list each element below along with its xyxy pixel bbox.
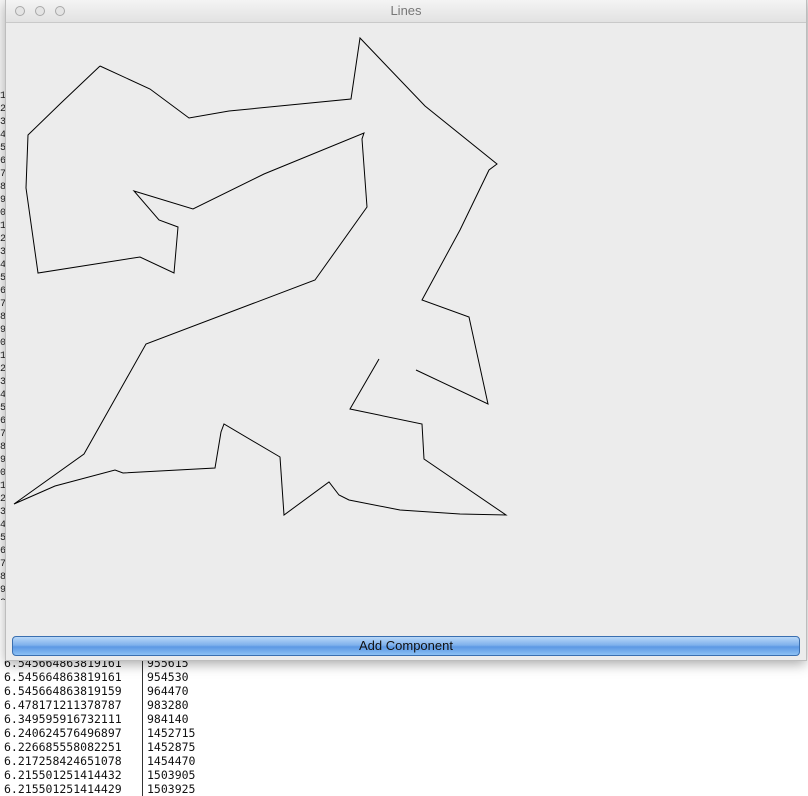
terminal-cell-count: 1454470 (147, 754, 196, 768)
terminal-row: 6.240624576496897 1452715 (4, 726, 195, 740)
terminal-row: 6.226685558082251 1452875 (4, 740, 195, 754)
inner-polyline (13, 65, 508, 516)
add-component-button[interactable]: Add Component (12, 636, 800, 656)
terminal-cell-value: 6.226685558082251 (4, 740, 122, 754)
terminal-cell-count: 954530 (147, 670, 189, 684)
drawing-canvas[interactable] (6, 23, 806, 628)
terminal-cell-value: 6.545664863819161 (4, 670, 122, 684)
terminal-row: 6.349595916732111 984140 (4, 712, 189, 726)
terminal-row: 6.215501251414429 1503925 (4, 782, 195, 796)
terminal-row: 6.478171211378787 983280 (4, 698, 189, 712)
lines-drawing (13, 36, 508, 516)
terminal-cell-count: 984140 (147, 712, 189, 726)
terminal-cell-value: 6.215501251414429 (4, 782, 122, 796)
window-title: Lines (390, 3, 422, 18)
terminal-column-separator (142, 684, 143, 698)
terminal-cell-count: 1452715 (147, 726, 196, 740)
terminal-row: 6.217258424651078 1454470 (4, 754, 195, 768)
terminal-column-separator (142, 712, 143, 726)
terminal-cell-value: 6.215501251414432 (4, 768, 122, 782)
terminal-cell-count: 1452875 (147, 740, 196, 754)
terminal-cell-value: 6.545664863819159 (4, 684, 122, 698)
terminal-column-separator (142, 768, 143, 782)
terminal-cell-count: 1503925 (147, 782, 196, 796)
terminal-column-separator (142, 782, 143, 796)
title-bar[interactable]: Lines (6, 0, 806, 23)
terminal-cell-value: 6.478171211378787 (4, 698, 122, 712)
terminal-column-separator (142, 698, 143, 712)
terminal-cell-count: 1503905 (147, 768, 196, 782)
lines-window: Lines Add Component (6, 0, 806, 660)
terminal-row: 6.215501251414432 1503905 (4, 768, 195, 782)
terminal-column-separator (142, 754, 143, 768)
terminal-cell-value: 6.349595916732111 (4, 712, 122, 726)
terminal-row: 6.545664863819159 964470 (4, 684, 189, 698)
terminal-column-separator (142, 670, 143, 684)
terminal-cell-value: 6.217258424651078 (4, 754, 122, 768)
terminal-row: 6.545664863819161 954530 (4, 670, 189, 684)
background-terminal: 6.545664863819161 955615 6.545664863819161… (0, 655, 808, 796)
outer-polyline (99, 36, 498, 405)
terminal-cell-count: 983280 (147, 698, 189, 712)
terminal-cell-count: 964470 (147, 684, 189, 698)
terminal-column-separator (142, 740, 143, 754)
terminal-column-separator (142, 726, 143, 740)
terminal-cell-value: 6.240624576496897 (4, 726, 122, 740)
